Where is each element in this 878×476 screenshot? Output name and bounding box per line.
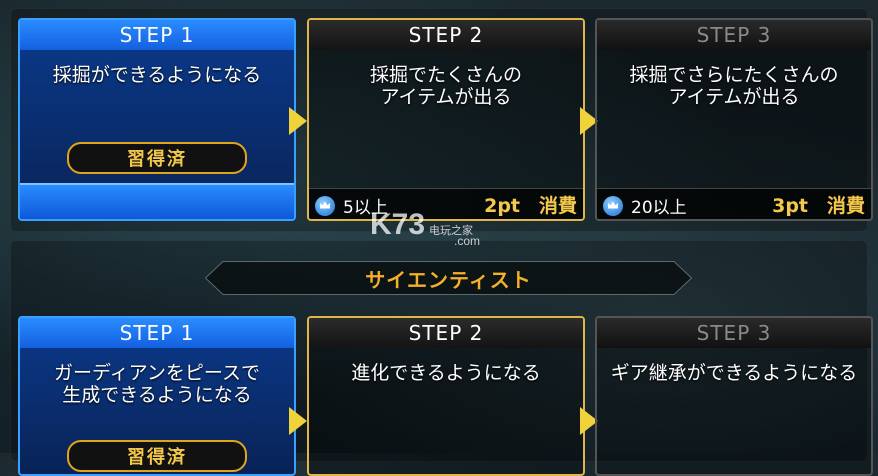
class-title-banner: サイエンティスト <box>205 261 692 295</box>
step-label: STEP 2 <box>309 20 583 50</box>
arrow-right-icon <box>289 407 307 435</box>
step-description: ギア継承ができるようになる <box>610 362 858 384</box>
step-label: STEP 2 <box>309 318 583 348</box>
point-cost: 3pt 消費 <box>772 195 865 217</box>
step3-card[interactable]: STEP 3 ギア継承ができるようになる <box>595 316 873 476</box>
step-description: 進化できるようになる <box>351 362 541 384</box>
step-description: 採掘でたくさんの アイテムが出る <box>369 64 522 108</box>
requirement-bar: 20以上 3pt 消費 <box>597 188 871 219</box>
step3-card[interactable]: STEP 3 採掘でさらにたくさんの アイテムが出る 20以上 3pt 消費 <box>595 18 873 221</box>
learned-badge: 習得済 <box>67 142 247 174</box>
step-label: STEP 1 <box>20 20 294 50</box>
step-description: 採掘でさらにたくさんの アイテムが出る <box>629 64 839 108</box>
step-description: 採掘ができるようになる <box>52 64 262 86</box>
step-description: ガーディアンをピースで 生成できるようになる <box>54 362 260 406</box>
step-label: STEP 1 <box>20 318 294 348</box>
crown-icon <box>603 195 623 216</box>
step1-card[interactable]: STEP 1 ガーディアンをピースで 生成できるようになる 習得済 <box>18 316 296 476</box>
point-cost: 2pt 消費 <box>484 195 577 217</box>
level-requirement: 20以上 <box>603 193 687 218</box>
step2-card[interactable]: STEP 2 進化できるようになる <box>307 316 585 476</box>
arrow-right-icon <box>289 107 307 135</box>
watermark: K73 电玩之家 .com <box>370 208 481 248</box>
learned-badge: 習得済 <box>67 440 247 472</box>
card-footer <box>20 183 294 219</box>
step2-card[interactable]: STEP 2 採掘でたくさんの アイテムが出る 5以上 2pt 消費 <box>307 18 585 221</box>
step-label: STEP 3 <box>597 318 871 348</box>
step-label: STEP 3 <box>597 20 871 50</box>
crown-icon <box>315 195 335 216</box>
step1-card[interactable]: STEP 1 採掘ができるようになる 習得済 <box>18 18 296 221</box>
